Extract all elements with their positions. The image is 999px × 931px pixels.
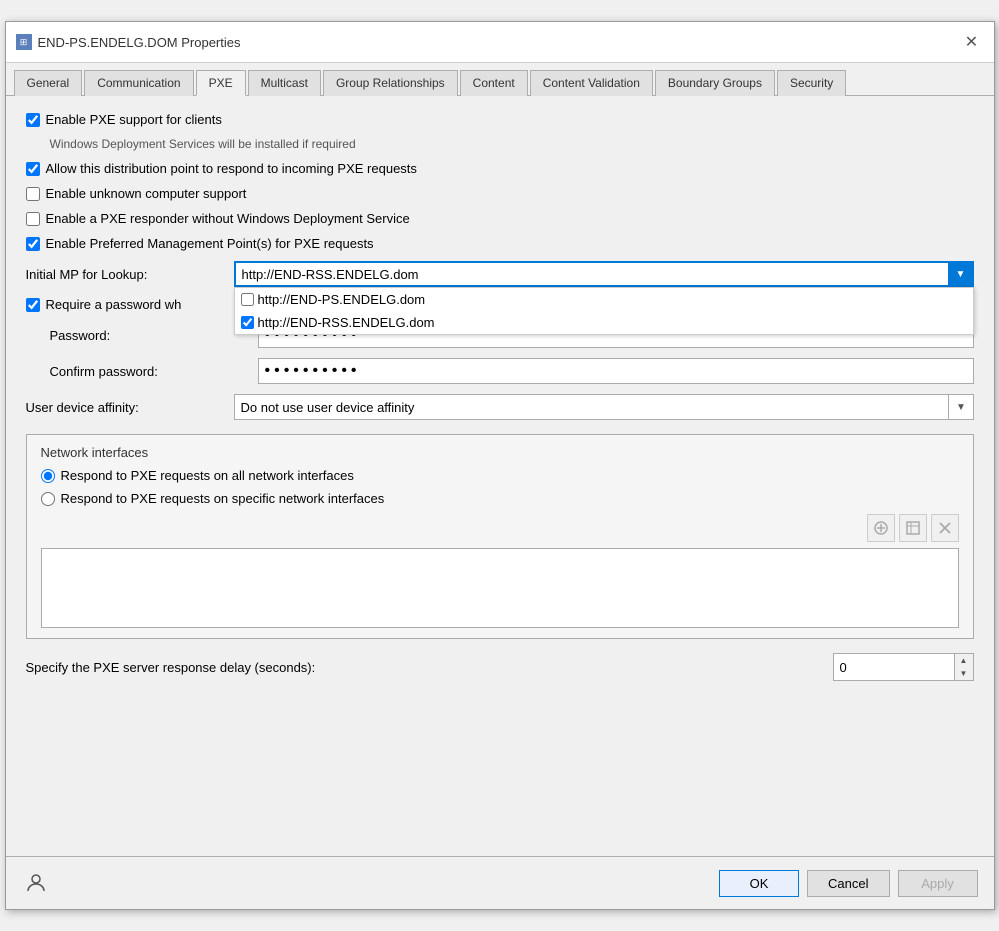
network-interfaces-group: Network interfaces Respond to PXE reques… [26,434,974,639]
add-icon [874,521,888,535]
radio-specific-interfaces-label: Respond to PXE requests on specific netw… [61,491,385,506]
allow-respond-row: Allow this distribution point to respond… [26,161,974,176]
spinner-down[interactable]: ▼ [955,667,973,680]
properties-window: ⊞ END-PS.ENDELG.DOM Properties ✕ General… [5,21,995,910]
dropdown-item-1[interactable]: http://END-RSS.ENDELG.dom [235,311,973,334]
tab-group-relationships[interactable]: Group Relationships [323,70,458,96]
tab-content-area: Enable PXE support for clients Windows D… [6,96,994,856]
initial-mp-dropdown-container: ▼ http://END-PS.ENDELG.dom http://END-RS… [234,261,974,287]
require-password-label: Require a password wh [46,297,182,312]
initial-mp-dropdown-list: http://END-PS.ENDELG.dom http://END-RSS.… [234,287,974,335]
close-button[interactable]: ✕ [960,30,984,54]
toolbar-icons [41,514,959,542]
confirm-password-label: Confirm password: [50,364,250,379]
radio-specific-interfaces: Respond to PXE requests on specific netw… [41,491,959,506]
delay-label: Specify the PXE server response delay (s… [26,660,825,675]
initial-mp-row: Initial MP for Lookup: ▼ http://END-PS.E… [26,261,974,287]
dropdown-item-0[interactable]: http://END-PS.ENDELG.dom [235,288,973,311]
user-affinity-dropdown: Do not use user device affinity Allow us… [234,394,974,420]
tab-communication[interactable]: Communication [84,70,193,96]
edit-button[interactable] [899,514,927,542]
confirm-password-row: Confirm password: [50,358,974,384]
initial-mp-label: Initial MP for Lookup: [26,267,226,282]
tab-security[interactable]: Security [777,70,846,96]
radio-all-interfaces: Respond to PXE requests on all network i… [41,468,959,483]
allow-respond-checkbox[interactable] [26,162,40,176]
dropdown-item-1-label: http://END-RSS.ENDELG.dom [258,315,435,330]
ok-button[interactable]: OK [719,870,799,897]
pxe-subtext: Windows Deployment Services will be inst… [50,137,974,151]
enable-unknown-row: Enable unknown computer support [26,186,974,201]
enable-unknown-label: Enable unknown computer support [46,186,247,201]
tab-general[interactable]: General [14,70,83,96]
edit-icon [906,521,920,535]
tab-content[interactable]: Content [460,70,528,96]
network-interfaces-list[interactable] [41,548,959,628]
tab-content-validation[interactable]: Content Validation [530,70,653,96]
enable-pxe-row: Enable PXE support for clients [26,112,974,127]
tab-bar: General Communication PXE Multicast Grou… [6,63,994,96]
cancel-button[interactable]: Cancel [807,870,889,897]
enable-pxe-checkbox[interactable] [26,113,40,127]
user-affinity-label: User device affinity: [26,400,226,415]
tab-multicast[interactable]: Multicast [248,70,321,96]
delay-row: Specify the PXE server response delay (s… [26,653,974,681]
network-interfaces-title: Network interfaces [41,445,959,460]
spinner-buttons: ▲ ▼ [954,654,973,680]
add-button[interactable] [867,514,895,542]
require-password-checkbox[interactable] [26,298,40,312]
delete-icon [938,521,952,535]
enable-unknown-checkbox[interactable] [26,187,40,201]
tab-pxe[interactable]: PXE [196,70,246,96]
delete-button[interactable] [931,514,959,542]
enable-responder-checkbox[interactable] [26,212,40,226]
footer-left [22,869,50,897]
enable-pxe-label: Enable PXE support for clients [46,112,222,127]
user-affinity-select[interactable]: Do not use user device affinity Allow us… [234,394,974,420]
delay-input[interactable]: 0 [834,654,954,680]
enable-responder-row: Enable a PXE responder without Windows D… [26,211,974,226]
title-bar: ⊞ END-PS.ENDELG.DOM Properties ✕ [6,22,994,63]
enable-responder-label: Enable a PXE responder without Windows D… [46,211,410,226]
initial-mp-input[interactable] [234,261,974,287]
dropdown-item-0-label: http://END-PS.ENDELG.dom [258,292,426,307]
radio-all-interfaces-input[interactable] [41,469,55,483]
radio-all-interfaces-label: Respond to PXE requests on all network i… [61,468,354,483]
enable-preferred-checkbox[interactable] [26,237,40,251]
window-title: END-PS.ENDELG.DOM Properties [38,35,241,50]
password-label: Password: [50,328,250,343]
apply-button[interactable]: Apply [898,870,978,897]
radio-specific-interfaces-input[interactable] [41,492,55,506]
spinner-up[interactable]: ▲ [955,654,973,667]
tab-boundary-groups[interactable]: Boundary Groups [655,70,775,96]
title-bar-left: ⊞ END-PS.ENDELG.DOM Properties [16,34,241,50]
delay-spinner: 0 ▲ ▼ [833,653,974,681]
dropdown-item-1-checkbox[interactable] [241,316,254,329]
footer-buttons: OK Cancel Apply [719,870,977,897]
dropdown-item-0-checkbox[interactable] [241,293,254,306]
confirm-password-input[interactable] [258,358,974,384]
enable-preferred-row: Enable Preferred Management Point(s) for… [26,236,974,251]
allow-respond-label: Allow this distribution point to respond… [46,161,417,176]
user-affinity-row: User device affinity: Do not use user de… [26,394,974,420]
user-icon [22,869,50,897]
footer: OK Cancel Apply [6,856,994,909]
enable-preferred-label: Enable Preferred Management Point(s) for… [46,236,374,251]
window-icon: ⊞ [16,34,32,50]
